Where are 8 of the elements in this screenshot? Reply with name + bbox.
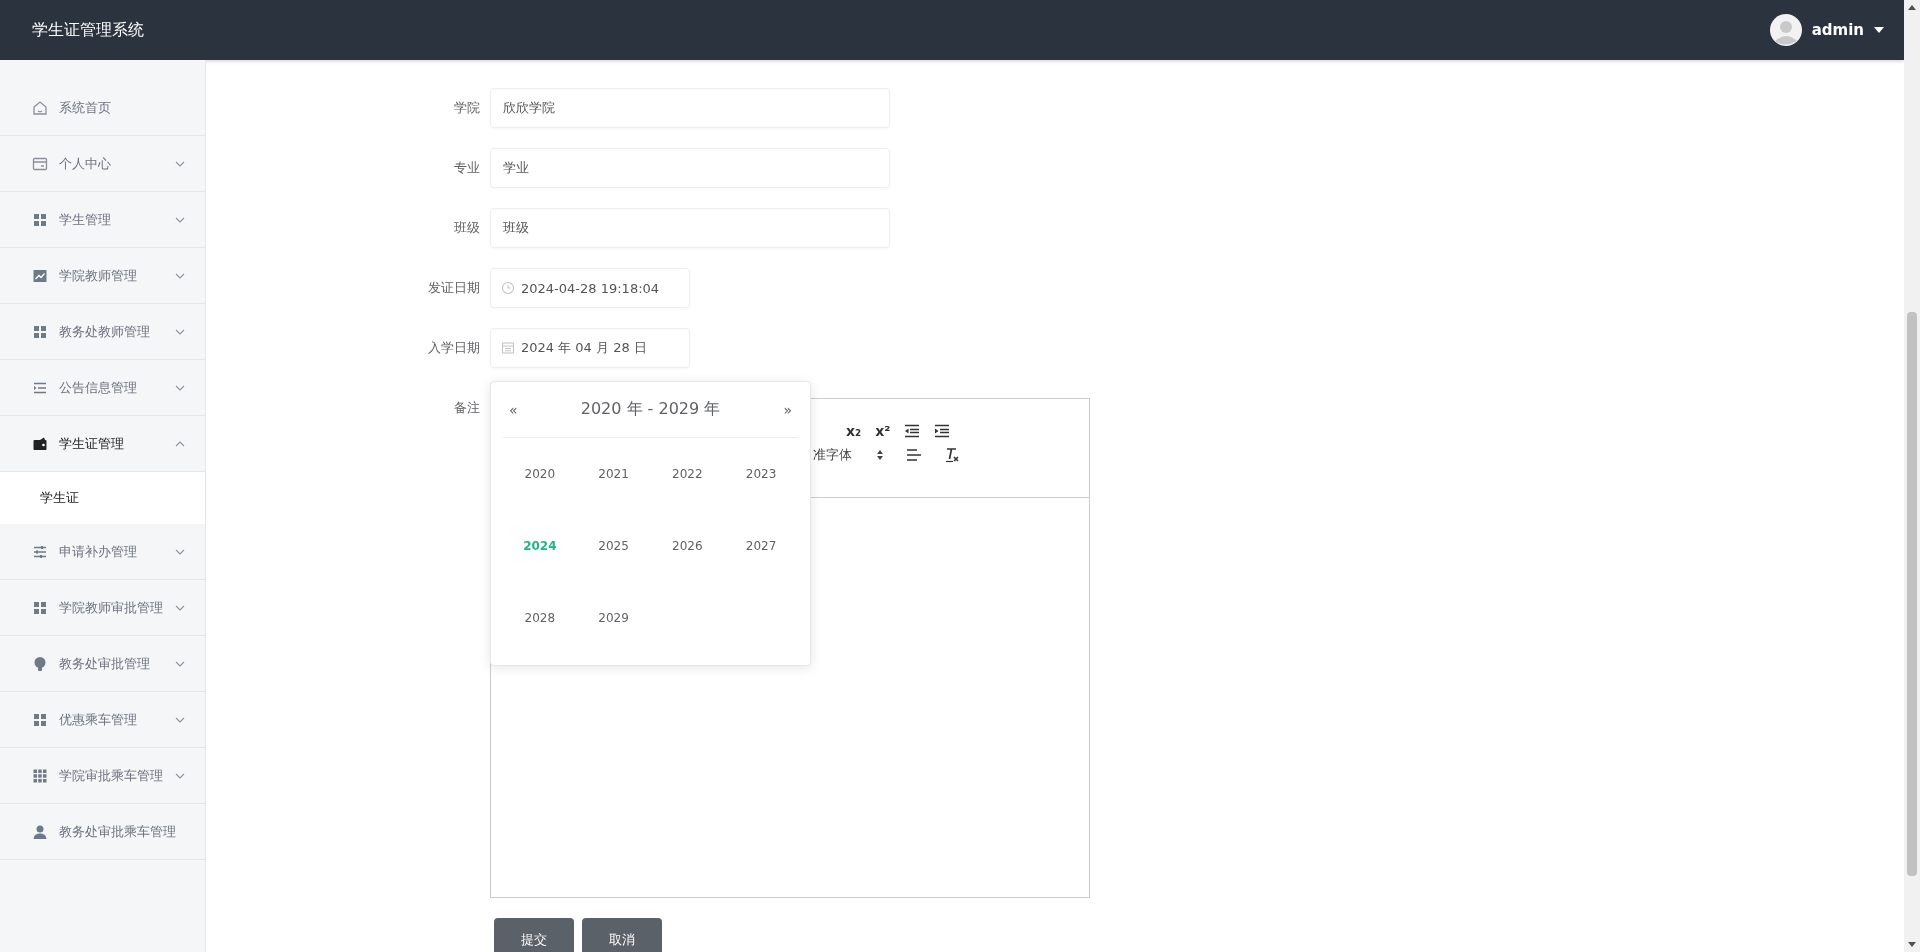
field-label: 学院: [453, 99, 481, 117]
field-label: 发证日期: [427, 279, 481, 297]
field-label: 入学日期: [427, 339, 481, 357]
field-label: 专业: [453, 159, 481, 177]
decade-range: 2020 年 - 2029 年: [580, 399, 721, 420]
app-title: 学生证管理系统: [32, 19, 144, 41]
field-label: 备注: [453, 399, 481, 417]
field-label: 班级: [453, 219, 481, 237]
